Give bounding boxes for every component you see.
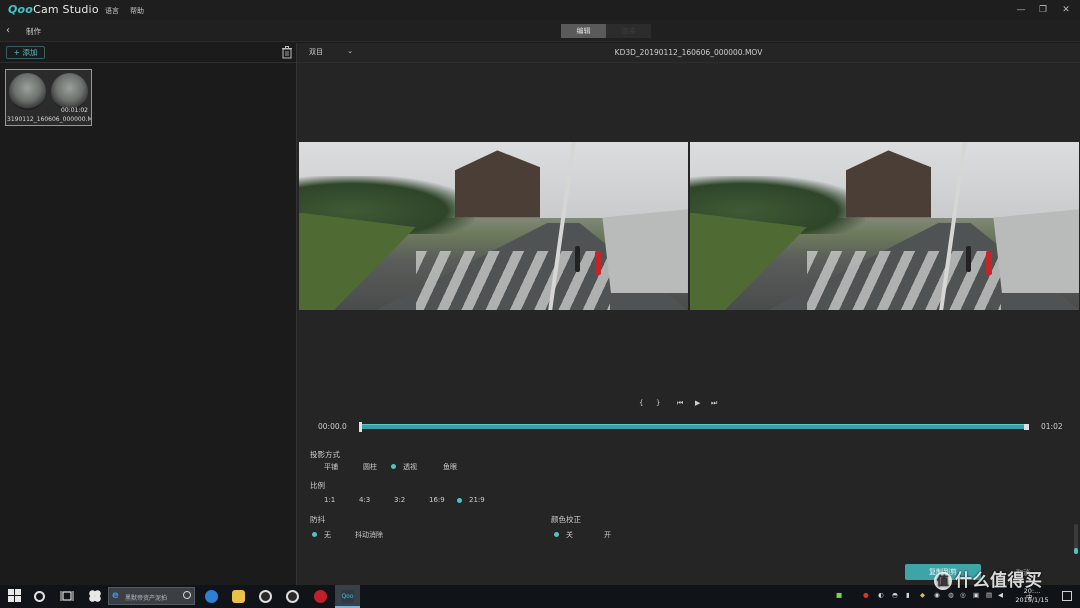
mark-out-button[interactable]: } bbox=[656, 399, 660, 407]
stabilize-label: 防抖 bbox=[310, 515, 325, 524]
projection-flat[interactable]: 平铺 bbox=[312, 462, 338, 472]
preview-left-eye bbox=[299, 142, 688, 310]
add-media-button[interactable]: + 添加 bbox=[6, 46, 45, 59]
video-filename: KD3D_20190112_160606_000000.MOV bbox=[614, 48, 763, 57]
pinwheel-app-icon[interactable] bbox=[88, 589, 102, 603]
timeline-track[interactable] bbox=[359, 422, 1029, 432]
tray-icon-6[interactable]: ◍ bbox=[948, 591, 954, 599]
preview-right-eye bbox=[690, 142, 1079, 310]
ie-icon: e bbox=[112, 590, 119, 601]
taskbar-app-media-2[interactable] bbox=[280, 585, 305, 608]
task-view-icon[interactable] bbox=[60, 589, 74, 603]
tray-icon-7[interactable]: ▣ bbox=[973, 591, 979, 599]
app-logo: QooCam Studio bbox=[8, 3, 99, 16]
taskbar-app-record[interactable] bbox=[308, 585, 333, 608]
time-current: 00:00.0 bbox=[318, 422, 347, 431]
tray-icon-3[interactable]: ◓ bbox=[892, 591, 898, 599]
tab-edit[interactable]: 编辑 bbox=[561, 24, 606, 38]
tray-icon-5[interactable]: ◉ bbox=[934, 591, 940, 599]
color-correction-label: 颜色校正 bbox=[551, 515, 581, 524]
projection-fisheye[interactable]: 鱼眼 bbox=[431, 462, 457, 472]
ratio-1-1[interactable]: 1:1 bbox=[312, 496, 335, 504]
mode-tabs: 编辑 渲染 bbox=[561, 24, 651, 38]
projection-perspective[interactable]: 透视 bbox=[391, 462, 417, 472]
tray-android-icon[interactable]: ■ bbox=[836, 591, 842, 599]
playback-controls: { } ⏮ ▶ ⏭ bbox=[633, 399, 733, 411]
media-thumbnail[interactable]: 00:01:02 3190112_160606_000000.MOV bbox=[5, 69, 92, 126]
tray-icon-2[interactable]: ◐ bbox=[878, 591, 884, 599]
cortana-icon[interactable] bbox=[34, 591, 45, 602]
ratio-label: 比例 bbox=[310, 481, 325, 490]
tray-volume-icon[interactable]: ◀ bbox=[998, 591, 1003, 599]
stabilize-none[interactable]: 无 bbox=[312, 530, 331, 540]
color-correction-on[interactable]: 开 bbox=[592, 530, 611, 540]
main-toolbar: ‹ 制作 编辑 渲染 bbox=[0, 20, 1080, 42]
taskbar-app-explorer[interactable] bbox=[226, 585, 251, 608]
ratio-21-9[interactable]: 21:9 bbox=[457, 496, 485, 504]
clock-date: 2019/1/15 bbox=[1015, 596, 1049, 604]
taskbar-search-text: 黑默帝资产泥拍 bbox=[125, 595, 168, 602]
video-preview[interactable] bbox=[299, 142, 1079, 310]
taskbar-app-qoocam[interactable]: Qoo bbox=[335, 585, 360, 608]
time-total: 01:02 bbox=[1041, 422, 1063, 431]
ratio-4-3[interactable]: 4:3 bbox=[347, 496, 370, 504]
settings-scrollbar[interactable] bbox=[1074, 524, 1078, 554]
page-title: 制作 bbox=[26, 27, 41, 36]
thumbnail-right-eye bbox=[51, 73, 88, 110]
projection-cylinder[interactable]: 圆柱 bbox=[351, 462, 377, 472]
menu-language[interactable]: 语言 bbox=[105, 6, 119, 16]
thumbnail-left-eye bbox=[9, 73, 46, 110]
media-library-panel: + 添加 00:01:02 3190112_160606_000000.MOV bbox=[0, 43, 297, 585]
taskbar-app-media[interactable] bbox=[253, 585, 278, 608]
thumbnail-duration: 00:01:02 bbox=[61, 107, 88, 114]
windows-taskbar: e 黑默帝资产泥拍 Qoo ■ ● ◐ ◓ ▮ ◆ ◉ ◍ ◎ ▣ ▤ ◀ 中 … bbox=[0, 585, 1080, 608]
thumbnail-filename: 3190112_160606_000000.MOV bbox=[7, 116, 91, 123]
library-toolbar: + 添加 bbox=[0, 43, 297, 63]
title-bar: QooCam Studio 语言 帮助 — ❐ ✕ bbox=[0, 0, 1080, 20]
minimize-icon[interactable]: — bbox=[1015, 4, 1027, 16]
skip-forward-icon[interactable]: ⏭ bbox=[711, 399, 717, 408]
tray-network-icon[interactable]: ▤ bbox=[986, 591, 992, 599]
tray-record-icon[interactable]: ● bbox=[863, 591, 869, 599]
stabilize-deshake[interactable]: 抖动消除 bbox=[343, 530, 383, 540]
tray-battery-icon[interactable]: ▮ bbox=[906, 591, 910, 599]
notification-icon[interactable] bbox=[1062, 591, 1072, 601]
site-watermark: 值什么值得买 bbox=[934, 566, 1043, 591]
taskbar-search-box[interactable]: e 黑默帝资产泥拍 bbox=[108, 587, 195, 605]
maximize-icon[interactable]: ❐ bbox=[1037, 4, 1049, 16]
color-correction-off[interactable]: 关 bbox=[554, 530, 573, 540]
ratio-3-2[interactable]: 3:2 bbox=[382, 496, 405, 504]
editor-header: 双目 ⌄ KD3D_20190112_160606_000000.MOV bbox=[297, 43, 1080, 63]
play-icon[interactable]: ▶ bbox=[695, 399, 700, 407]
timeline-end-handle[interactable] bbox=[1024, 424, 1029, 430]
close-icon[interactable]: ✕ bbox=[1060, 4, 1072, 16]
skip-back-icon[interactable]: ⏮ bbox=[677, 399, 683, 408]
mark-in-button[interactable]: { bbox=[639, 399, 643, 407]
menu-help[interactable]: 帮助 bbox=[130, 6, 144, 16]
ratio-16-9[interactable]: 16:9 bbox=[417, 496, 445, 504]
timeline-start-handle[interactable] bbox=[359, 422, 362, 432]
trash-icon[interactable] bbox=[281, 46, 293, 59]
tray-icon-4[interactable]: ◆ bbox=[920, 591, 925, 599]
back-arrow-icon[interactable]: ‹ bbox=[6, 25, 10, 37]
windows-start-icon[interactable] bbox=[8, 589, 21, 602]
tab-render[interactable]: 渲染 bbox=[606, 24, 651, 38]
search-icon bbox=[183, 591, 191, 599]
projection-label: 投影方式 bbox=[310, 450, 340, 459]
taskbar-app-edge[interactable] bbox=[199, 585, 224, 608]
editor-main: 双目 ⌄ KD3D_20190112_160606_000000.MOV { }… bbox=[297, 43, 1080, 585]
tray-steam-icon[interactable]: ◎ bbox=[960, 591, 966, 599]
